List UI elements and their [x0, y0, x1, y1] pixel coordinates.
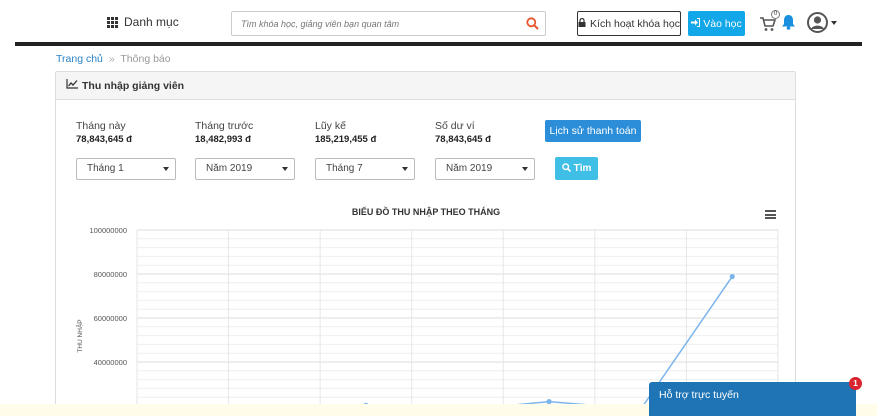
bell-icon	[782, 15, 795, 30]
stat-wallet-balance: Số dư ví 78,843,645 đ	[435, 120, 491, 145]
search-icon[interactable]	[519, 12, 545, 35]
year-to-select[interactable]: Năm 2019	[435, 158, 535, 180]
stat-last-month: Tháng trước 18,482,993 đ	[195, 120, 253, 145]
online-support-label: Hỗ trợ trực tuyến	[659, 389, 739, 401]
stat-this-month: Tháng này 78,843,645 đ	[76, 120, 132, 145]
stat-value: 78,843,645 đ	[435, 134, 491, 145]
cart-icon	[760, 17, 776, 31]
line-chart-icon	[66, 79, 78, 92]
notification-button[interactable]	[781, 14, 797, 32]
stat-value: 78,843,645 đ	[76, 134, 132, 145]
panel-title: Thu nhập giảng viên	[82, 79, 185, 92]
y-tick-label: 40000000	[94, 358, 127, 367]
login-label: Vào học	[703, 17, 742, 30]
search-input[interactable]	[232, 12, 519, 35]
grid-menu-icon	[107, 16, 118, 28]
cart-count-badge: 0	[771, 10, 780, 19]
login-button[interactable]: Vào học	[688, 11, 745, 36]
stat-label: Lũy kế	[315, 120, 346, 132]
breadcrumb-home-link[interactable]: Trang chủ	[56, 53, 103, 65]
category-menu-button[interactable]: Danh mục	[107, 15, 179, 29]
y-tick-label: 60000000	[94, 314, 127, 323]
search-bar	[231, 11, 546, 36]
chart-title: BIỂU ĐỒ THU NHẬP THEO THÁNG	[351, 207, 501, 217]
header-divider	[15, 42, 862, 46]
year-from-value: Năm 2019	[206, 163, 253, 174]
find-button[interactable]: Tìm	[555, 157, 598, 180]
cart-button[interactable]: 0	[760, 10, 780, 32]
stat-cumulative: Lũy kế 185,219,455 đ	[315, 120, 376, 145]
y-axis-label: THU NHẬP	[75, 319, 84, 352]
payment-history-button[interactable]: Lịch sử thanh toán	[545, 120, 641, 142]
chevron-down-icon	[163, 167, 169, 171]
sign-in-icon	[691, 17, 701, 30]
chevron-down-icon	[402, 167, 408, 171]
category-menu-label: Danh mục	[124, 15, 179, 29]
data-point	[729, 273, 735, 280]
activate-course-label: Kích hoạt khóa học	[590, 17, 680, 30]
stat-label: Số dư ví	[435, 120, 475, 132]
breadcrumb-separator: »	[108, 53, 115, 65]
breadcrumb-current: Thông báo	[120, 53, 171, 65]
year-to-value: Năm 2019	[446, 163, 493, 174]
y-tick-label: 100000000	[89, 226, 127, 235]
stat-value: 18,482,993 đ	[195, 134, 251, 145]
month-from-select[interactable]: Tháng 1	[76, 158, 176, 180]
stat-label: Tháng này	[76, 120, 126, 132]
y-tick-label: 80000000	[94, 270, 127, 279]
panel-header: Thu nhập giảng viên	[56, 72, 795, 100]
user-avatar[interactable]	[807, 12, 828, 33]
stat-value: 185,219,455 đ	[315, 134, 377, 145]
chevron-down-icon	[282, 167, 288, 171]
find-label: Tìm	[573, 163, 592, 174]
chart-menu-icon[interactable]	[765, 210, 776, 219]
income-chart: 1000000008000000060000000400000002000000…	[75, 226, 779, 404]
online-support-widget[interactable]: Hỗ trợ trực tuyến	[649, 382, 856, 416]
activate-course-button[interactable]: Kích hoạt khóa học	[577, 11, 681, 36]
support-notification-badge: 1	[849, 377, 862, 390]
stat-label: Tháng trước	[195, 120, 254, 132]
chevron-down-icon[interactable]	[831, 21, 837, 25]
search-icon	[561, 162, 571, 175]
breadcrumb: Trang chủ » Thông báo	[56, 53, 171, 65]
month-to-select[interactable]: Tháng 7	[315, 158, 415, 180]
month-from-value: Tháng 1	[87, 163, 124, 174]
chevron-down-icon	[522, 167, 528, 171]
lock-icon	[578, 17, 586, 30]
top-header: Danh mục Kích hoạt khóa học Vào học 0	[0, 0, 877, 46]
month-to-value: Tháng 7	[326, 163, 363, 174]
year-from-select[interactable]: Năm 2019	[195, 158, 295, 180]
user-avatar-icon	[807, 12, 828, 33]
